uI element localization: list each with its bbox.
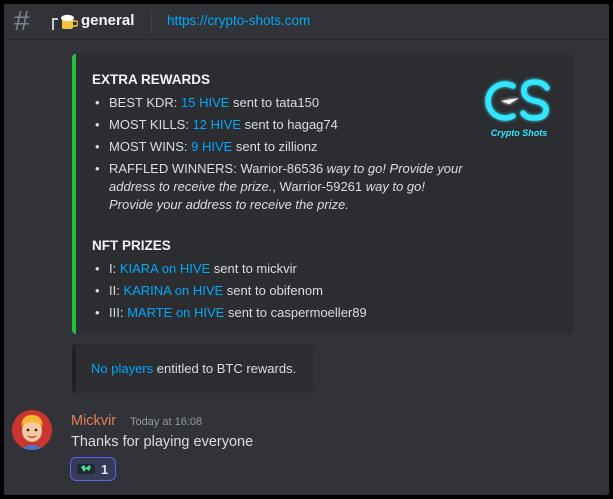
hive-amount-link[interactable]: 15 HIVE: [181, 95, 229, 110]
crypto-shots-logo[interactable]: Crypto Shots: [479, 66, 559, 146]
no-players-link[interactable]: No players: [91, 361, 153, 376]
channel-name[interactable]: general: [81, 12, 134, 29]
list-item: I: KIARA on HIVE sent to mickvir: [92, 260, 472, 278]
beer-mug-icon: [52, 14, 78, 30]
hive-amount-link[interactable]: 12 HIVE: [193, 117, 241, 132]
list-item: MOST WINS: 9 HIVE sent to zillionz: [92, 138, 472, 156]
list-item: III: MARTE on HIVE sent to caspermoeller…: [92, 304, 472, 322]
btc-rewards-embed: No players entitled to BTC rewards.: [72, 344, 313, 393]
extra-rewards-title: EXTRA REWARDS: [92, 72, 211, 87]
reaction-count: 1: [101, 461, 109, 477]
item-label: II:: [109, 283, 124, 298]
chat-window: # general https://crypto-shots.com EXTRA…: [4, 4, 609, 495]
nft-prizes-title: NFT PRIZES: [92, 238, 171, 253]
raffle-mid: , Warrior-59261: [272, 179, 366, 194]
item-recipient: sent to obifenom: [223, 283, 323, 298]
btc-rewards-suffix: entitled to BTC rewards.: [153, 361, 297, 376]
raffle-item: RAFFLED WINNERS: Warrior-86536 way to go…: [92, 160, 472, 214]
item-label: MOST KILLS:: [109, 117, 193, 132]
list-item: BEST KDR: 15 HIVE sent to tata150: [92, 94, 472, 112]
hive-logo-emoji-icon: [77, 464, 95, 474]
hashtag-icon: #: [14, 5, 30, 36]
item-recipient: sent to hagag74: [241, 117, 338, 132]
item-recipient: sent to zillionz: [232, 139, 318, 154]
item-recipient: sent to mickvir: [210, 261, 297, 276]
list-item: MOST KILLS: 12 HIVE sent to hagag74: [92, 116, 472, 134]
logo-text: Crypto Shots: [491, 128, 548, 138]
item-label: MOST WINS:: [109, 139, 192, 154]
nft-link[interactable]: KARINA on HIVE: [123, 283, 223, 298]
nft-link[interactable]: KIARA on HIVE: [120, 261, 210, 276]
raffle-prefix: RAFFLED WINNERS: Warrior-86536: [109, 161, 327, 176]
extra-rewards-list: BEST KDR: 15 HIVE sent to tata150 MOST K…: [92, 94, 472, 218]
message-author[interactable]: Mickvir: [71, 413, 116, 429]
avatar[interactable]: [12, 410, 52, 450]
btc-rewards-text: No players entitled to BTC rewards.: [91, 361, 296, 376]
header-divider: [151, 12, 152, 34]
hive-amount-link[interactable]: 9 HIVE: [191, 139, 232, 154]
user-avatar-icon: [12, 410, 52, 450]
item-recipient: sent to caspermoeller89: [224, 305, 367, 320]
reaction-button[interactable]: 1: [70, 457, 116, 481]
nft-prizes-list: I: KIARA on HIVE sent to mickvir II: KAR…: [92, 260, 472, 326]
channel-topic-link[interactable]: https://crypto-shots.com: [167, 13, 310, 28]
item-recipient: sent to tata150: [229, 95, 320, 110]
nft-link[interactable]: MARTE on HIVE: [127, 305, 224, 320]
item-label: III:: [109, 305, 128, 320]
message-timestamp: Today at 16:08: [130, 416, 203, 428]
channel-header: # general https://crypto-shots.com: [4, 4, 609, 40]
message-content: Thanks for playing everyone: [71, 434, 254, 450]
rewards-embed: EXTRA REWARDS BEST KDR: 15 HIVE sent to …: [72, 54, 573, 334]
list-item: II: KARINA on HIVE sent to obifenom: [92, 282, 472, 300]
item-label: BEST KDR:: [109, 95, 182, 110]
item-label: I:: [109, 261, 120, 276]
